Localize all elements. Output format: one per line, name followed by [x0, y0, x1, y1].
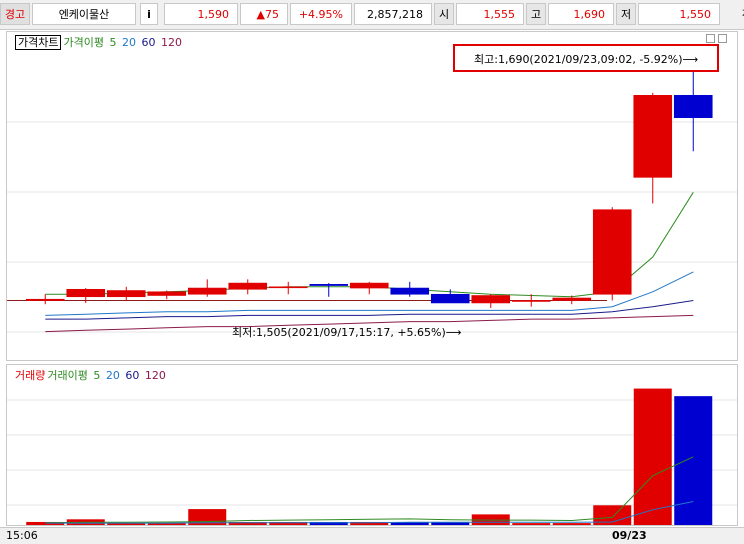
warning-tag: 경고 — [0, 3, 30, 25]
price-legend: 가격차트 가격이평 5 20 60 120 — [15, 34, 184, 50]
candle-body — [187, 287, 227, 295]
low-price: 1,550 — [638, 3, 720, 25]
candle-body — [268, 286, 308, 289]
high-annotation: 최고:1,690(2021/09/23,09:02, -5.92%)⟶ — [474, 53, 699, 66]
volume-bar — [512, 523, 551, 525]
low-annotation: 최저:1,505(2021/09/17,15:17, +5.65%)⟶ — [232, 326, 462, 339]
open-price: 1,555 — [456, 3, 524, 25]
price-chart-title[interactable]: 가격차트 — [15, 35, 62, 50]
current-price: 1,590 — [164, 3, 238, 25]
candle-body — [633, 95, 673, 178]
volume-bar — [674, 396, 713, 525]
candle-body — [228, 282, 268, 290]
price-ma-label: 가격이평 — [63, 36, 104, 49]
candle-body — [390, 287, 430, 295]
price-ma5-label: 5 — [109, 36, 117, 49]
pane-maximize-icon[interactable] — [718, 34, 727, 43]
candle-body — [147, 291, 187, 296]
volume-bar — [633, 388, 672, 525]
candle-body — [309, 284, 349, 286]
time-axis-start: 15:06 — [6, 529, 38, 542]
high-label: 고 — [526, 3, 546, 25]
candle-body — [471, 295, 511, 304]
volume-ma-label: 거래이평 — [47, 369, 88, 382]
volume-ma60-label: 60 — [125, 369, 140, 382]
candle-body — [673, 95, 713, 118]
volume-ma20-label: 20 — [105, 369, 120, 382]
candle-body — [66, 288, 106, 298]
trade-volume: 2,857,218 — [354, 3, 432, 25]
candle-body — [511, 300, 551, 302]
volume-ma5-label: 5 — [93, 369, 101, 382]
price-ma60-label: 60 — [141, 36, 156, 49]
time-axis: 15:06 09/23 — [0, 527, 744, 544]
candle-body — [592, 209, 632, 295]
candle-body — [552, 297, 592, 301]
volume-bar — [552, 523, 591, 525]
trade-strength-label: 체결강 — [726, 3, 744, 25]
candle-body — [106, 290, 146, 298]
price-ma120-label: 120 — [160, 36, 182, 49]
price-ma20-label: 20 — [121, 36, 136, 49]
price-ma60-line — [45, 300, 694, 320]
volume-chart-svg — [7, 388, 737, 525]
pane-minimize-icon[interactable] — [706, 34, 715, 43]
volume-chart-title[interactable]: 거래량 — [15, 369, 45, 382]
candle-body — [349, 282, 389, 289]
volume-ma120-label: 120 — [144, 369, 166, 382]
candle-body — [25, 298, 65, 301]
info-icon[interactable]: i — [140, 3, 158, 25]
price-chart-pane[interactable]: 가격차트 가격이평 5 20 60 120 — [6, 31, 738, 361]
quote-header: 경고 엔케이물산 i 1,590 ▲75 +4.95% 2,857,218 시 … — [0, 0, 744, 30]
low-label: 저 — [616, 3, 636, 25]
volume-legend: 거래량 거래이평 5 20 60 120 — [15, 367, 168, 383]
time-axis-date: 09/23 — [612, 529, 647, 542]
high-price: 1,690 — [548, 3, 614, 25]
price-change: ▲75 — [240, 3, 288, 25]
volume-chart-pane[interactable]: 거래량 거래이평 5 20 60 120 — [6, 364, 738, 526]
price-chart-svg — [7, 70, 737, 333]
open-label: 시 — [434, 3, 454, 25]
candle-body — [430, 293, 470, 304]
price-change-pct: +4.95% — [290, 3, 352, 25]
stock-name-field[interactable]: 엔케이물산 — [32, 3, 136, 25]
